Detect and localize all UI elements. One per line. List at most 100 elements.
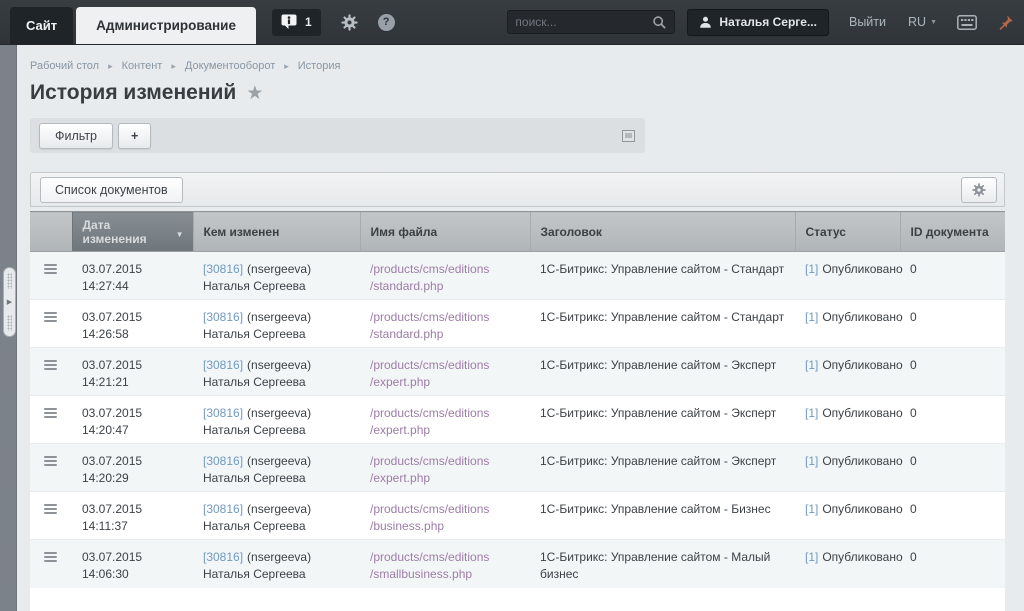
search-input[interactable] bbox=[515, 15, 652, 29]
table-row: 03.07.2015 14:26:58 [30816](nsergeeva) Н… bbox=[30, 300, 1005, 348]
help-icon[interactable]: ? bbox=[378, 14, 395, 31]
sidebar-expand-handle[interactable]: ▶ bbox=[3, 267, 16, 337]
user-menu-button[interactable]: Наталья Серге... bbox=[687, 9, 829, 36]
breadcrumb-item-history[interactable]: История bbox=[298, 60, 341, 72]
file-link[interactable]: /products/cms/editions /expert.php bbox=[370, 453, 520, 487]
row-menu-icon[interactable] bbox=[44, 264, 57, 276]
row-menu-icon[interactable] bbox=[44, 552, 57, 564]
user-id-link[interactable]: [30816] bbox=[203, 406, 243, 420]
cell-date: 03.07.2015 14:20:29 bbox=[72, 444, 193, 492]
history-table: Дата изменения ▼ Кем изменен Имя файла З… bbox=[30, 211, 1005, 588]
chevron-down-icon: ▼ bbox=[930, 19, 937, 26]
table-row: 03.07.2015 14:20:47 [30816](nsergeeva) Н… bbox=[30, 396, 1005, 444]
status-text: Опубликовано bbox=[822, 550, 902, 564]
breadcrumb-item-workflow[interactable]: Документооборот bbox=[185, 60, 275, 72]
cell-row-menu bbox=[30, 540, 72, 588]
user-id-link[interactable]: [30816] bbox=[203, 454, 243, 468]
status-id-link[interactable]: [1] bbox=[805, 406, 818, 420]
user-id-link[interactable]: [30816] bbox=[203, 310, 243, 324]
logout-link[interactable]: Выйти bbox=[849, 15, 886, 29]
cell-date: 03.07.2015 14:27:44 bbox=[72, 252, 193, 300]
time-value: 14:27:44 bbox=[82, 278, 183, 295]
table-header-row: Дата изменения ▼ Кем изменен Имя файла З… bbox=[30, 212, 1005, 252]
cell-row-menu bbox=[30, 252, 72, 300]
grid-toolbar: Список документов bbox=[30, 172, 1005, 207]
cell-doc-id: 0 bbox=[900, 492, 1005, 540]
user-login: (nsergeeva) bbox=[247, 310, 311, 324]
cell-row-menu bbox=[30, 300, 72, 348]
status-id-link[interactable]: [1] bbox=[805, 310, 818, 324]
notifications-button[interactable]: 1 bbox=[272, 9, 321, 36]
col-header-status[interactable]: Статус bbox=[795, 212, 900, 252]
row-menu-icon[interactable] bbox=[44, 360, 57, 372]
row-menu-icon[interactable] bbox=[44, 504, 57, 516]
main-panel: Рабочий стол ▸ Контент ▸ Документооборот… bbox=[30, 45, 1005, 611]
col-header-title[interactable]: Заголовок bbox=[530, 212, 795, 252]
user-icon bbox=[699, 15, 712, 29]
grid-settings-button[interactable] bbox=[961, 177, 997, 203]
col-header-filename[interactable]: Имя файла bbox=[360, 212, 530, 252]
file-link[interactable]: /products/cms/editions /expert.php bbox=[370, 405, 520, 439]
notification-bubble-icon bbox=[281, 14, 298, 30]
breadcrumb-arrow-icon: ▸ bbox=[284, 61, 289, 72]
date-value: 03.07.2015 bbox=[82, 549, 183, 566]
cell-status: [1]Опубликовано bbox=[795, 348, 900, 396]
tab-site[interactable]: Сайт bbox=[10, 7, 73, 44]
cell-filename: /products/cms/editions /business.php bbox=[360, 492, 530, 540]
col-header-modified-by[interactable]: Кем изменен bbox=[193, 212, 360, 252]
table-row: 03.07.2015 14:06:30 [30816](nsergeeva) Н… bbox=[30, 540, 1005, 588]
table-row: 03.07.2015 14:27:44 [30816](nsergeeva) Н… bbox=[30, 252, 1005, 300]
cell-modified-by: [30816](nsergeeva) Наталья Сергеева bbox=[193, 444, 360, 492]
row-menu-icon[interactable] bbox=[44, 456, 57, 468]
file-link[interactable]: /products/cms/editions /standard.php bbox=[370, 261, 520, 295]
add-filter-button[interactable]: + bbox=[118, 123, 151, 149]
status-id-link[interactable]: [1] bbox=[805, 262, 818, 276]
topbar: Сайт Администрирование 1 ? bbox=[0, 0, 1024, 45]
row-menu-icon[interactable] bbox=[44, 408, 57, 420]
file-link[interactable]: /products/cms/editions /expert.php bbox=[370, 357, 520, 391]
status-id-link[interactable]: [1] bbox=[805, 550, 818, 564]
col-header-date[interactable]: Дата изменения ▼ bbox=[72, 212, 193, 252]
status-id-link[interactable]: [1] bbox=[805, 358, 818, 372]
date-value: 03.07.2015 bbox=[82, 405, 183, 422]
cell-title: 1С-Битрикс: Управление сайтом - Бизнес bbox=[530, 492, 795, 540]
cell-row-menu bbox=[30, 396, 72, 444]
pin-panel-icon[interactable] bbox=[997, 14, 1014, 31]
modified-by-name: Наталья Сергеева bbox=[203, 518, 350, 535]
date-value: 03.07.2015 bbox=[82, 501, 183, 518]
filter-panel-toggle-icon[interactable] bbox=[622, 130, 635, 142]
cell-title: 1С-Битрикс: Управление сайтом - Стандарт bbox=[530, 252, 795, 300]
time-value: 14:20:29 bbox=[82, 470, 183, 487]
content-area: ▶ Рабочий стол ▸ Контент ▸ Документообор… bbox=[0, 45, 1024, 611]
cell-filename: /products/cms/editions /standard.php bbox=[360, 300, 530, 348]
user-id-link[interactable]: [30816] bbox=[203, 550, 243, 564]
time-value: 14:21:21 bbox=[82, 374, 183, 391]
file-link[interactable]: /products/cms/editions /smallbusiness.ph… bbox=[370, 549, 520, 583]
table-row: 03.07.2015 14:20:29 [30816](nsergeeva) Н… bbox=[30, 444, 1005, 492]
cell-filename: /products/cms/editions /expert.php bbox=[360, 348, 530, 396]
col-header-doc-id[interactable]: ID документа bbox=[900, 212, 1005, 252]
file-link[interactable]: /products/cms/editions /business.php bbox=[370, 501, 520, 535]
cell-title: 1С-Битрикс: Управление сайтом - Стандарт bbox=[530, 300, 795, 348]
filter-button[interactable]: Фильтр bbox=[39, 123, 113, 149]
topbar-search bbox=[507, 10, 675, 34]
modified-by-name: Наталья Сергеева bbox=[203, 566, 350, 583]
document-list-tab[interactable]: Список документов bbox=[40, 177, 183, 203]
language-selector[interactable]: RU ▼ bbox=[908, 15, 937, 29]
file-link[interactable]: /products/cms/editions /standard.php bbox=[370, 309, 520, 343]
status-id-link[interactable]: [1] bbox=[805, 454, 818, 468]
breadcrumb-item-content[interactable]: Контент bbox=[122, 60, 163, 72]
row-menu-icon[interactable] bbox=[44, 312, 57, 324]
search-icon[interactable] bbox=[652, 15, 667, 30]
favorite-star-icon[interactable]: ★ bbox=[246, 82, 263, 105]
settings-gear-icon[interactable] bbox=[341, 14, 358, 31]
status-text: Опубликовано bbox=[822, 262, 902, 276]
breadcrumb-item-desktop[interactable]: Рабочий стол bbox=[30, 60, 99, 72]
tab-administration[interactable]: Администрирование bbox=[76, 7, 256, 44]
user-id-link[interactable]: [30816] bbox=[203, 502, 243, 516]
user-id-link[interactable]: [30816] bbox=[203, 262, 243, 276]
expand-arrow-icon: ▶ bbox=[7, 298, 12, 306]
user-id-link[interactable]: [30816] bbox=[203, 358, 243, 372]
status-id-link[interactable]: [1] bbox=[805, 502, 818, 516]
hotkeys-keyboard-icon[interactable] bbox=[957, 15, 977, 30]
